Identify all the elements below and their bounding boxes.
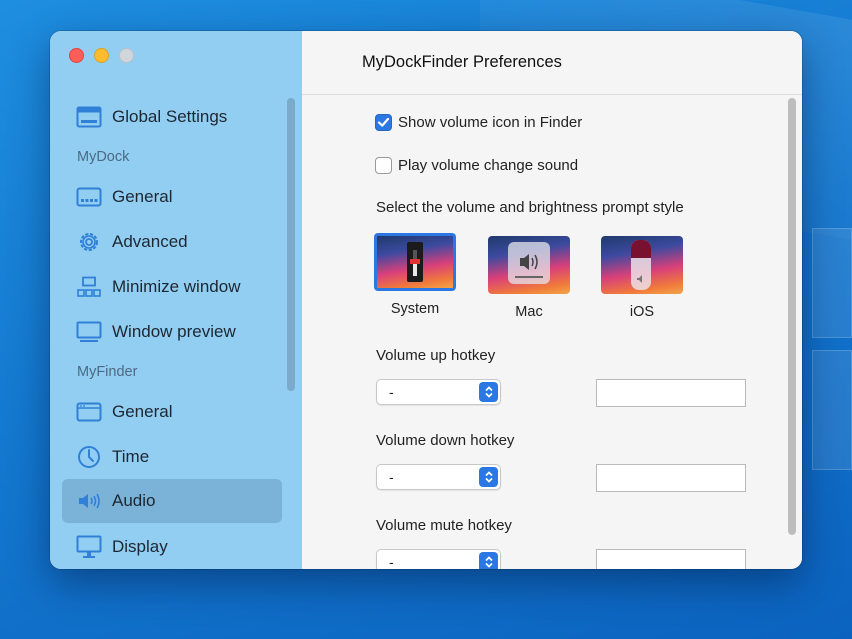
- mac-style-thumbnail: [488, 236, 570, 294]
- sidebar-item-label: Advanced: [112, 232, 188, 251]
- main-scrollbar[interactable]: [788, 98, 796, 535]
- sidebar-item-mydock-general[interactable]: General: [62, 175, 282, 219]
- show-volume-icon-label: Show volume icon in Finder: [398, 114, 583, 131]
- sidebar-item-label: General: [112, 187, 173, 206]
- select-value: -: [389, 469, 394, 485]
- volume-up-hotkey-select[interactable]: -: [376, 379, 501, 405]
- sidebar-item-time[interactable]: Time: [62, 435, 282, 479]
- window-title: MyDockFinder Preferences: [362, 53, 562, 71]
- sidebar-item-label: Window preview: [112, 322, 236, 341]
- speaker-icon: [76, 488, 102, 514]
- close-window-button[interactable]: [69, 48, 84, 63]
- sidebar-item-label: General: [112, 402, 173, 421]
- sidebar-item-label: Display: [112, 537, 168, 556]
- ios-style-thumbnail: [601, 236, 683, 294]
- sidebar-item-window-preview[interactable]: Window preview: [62, 310, 282, 354]
- prompt-style-ios[interactable]: iOS: [601, 236, 683, 320]
- speaker-icon: [637, 275, 642, 283]
- system-volume-slider-preview: [407, 242, 423, 282]
- select-value: -: [389, 554, 394, 569]
- zoom-window-button[interactable]: [119, 48, 134, 63]
- prompt-style-caption: System: [390, 301, 440, 317]
- sidebar-item-myfinder-general[interactable]: General: [62, 390, 282, 434]
- prompt-style-system[interactable]: System: [374, 233, 456, 317]
- minimize-window-icon: [76, 274, 102, 300]
- volume-down-hotkey-field[interactable]: [596, 464, 746, 492]
- prompt-style-caption: iOS: [629, 304, 655, 320]
- sidebar-item-global-settings[interactable]: Global Settings: [62, 95, 282, 139]
- sidebar-item-advanced[interactable]: Advanced: [62, 220, 282, 264]
- volume-up-hotkey-field[interactable]: [596, 379, 746, 407]
- sidebar-item-audio[interactable]: Audio: [62, 479, 282, 523]
- sidebar-section-myfinder: MyFinder: [77, 364, 138, 380]
- monitor-icon: [76, 534, 102, 560]
- volume-down-hotkey-select[interactable]: -: [376, 464, 501, 490]
- sidebar-item-display[interactable]: Display: [62, 525, 282, 569]
- gear-icon: [76, 229, 102, 255]
- desktop-logo-pane: [812, 350, 852, 470]
- chevron-updown-icon: [479, 467, 498, 487]
- chevron-updown-icon: [479, 552, 498, 569]
- play-change-sound-checkbox[interactable]: [375, 157, 392, 174]
- window-preview-icon: [76, 319, 102, 345]
- sidebar-section-mydock: MyDock: [77, 149, 130, 165]
- main-panel: MyDockFinder Preferences Show volume ico…: [302, 31, 802, 569]
- speaker-icon: [515, 254, 543, 278]
- desktop-logo-pane: [812, 228, 852, 338]
- volume-mute-hotkey-field[interactable]: [596, 549, 746, 569]
- window-icon: [76, 104, 102, 130]
- play-change-sound-label: Play volume change sound: [398, 157, 579, 174]
- sidebar-item-label: Audio: [112, 491, 156, 510]
- prompt-style-mac[interactable]: Mac: [488, 236, 570, 320]
- prompt-style-label: Select the volume and brightness prompt …: [376, 199, 684, 216]
- select-value: -: [389, 384, 394, 400]
- system-style-thumbnail: [374, 233, 456, 291]
- sidebar-scrollbar[interactable]: [287, 98, 295, 391]
- sidebar-item-label: Minimize window: [112, 277, 241, 296]
- sidebar-item-label: Time: [112, 447, 150, 466]
- hotkey-label: Volume down hotkey: [376, 432, 515, 449]
- finder-window-icon: [76, 399, 102, 425]
- prompt-style-caption: Mac: [515, 304, 543, 320]
- sidebar-item-minimize-window[interactable]: Minimize window: [62, 265, 282, 309]
- mac-volume-hud-preview: [508, 242, 550, 284]
- show-volume-icon-checkbox[interactable]: [375, 114, 392, 131]
- dock-icon: [76, 184, 102, 210]
- title-divider: [302, 94, 802, 95]
- show-volume-icon-row[interactable]: Show volume icon in Finder: [375, 114, 582, 131]
- checkmark-icon: [377, 117, 390, 127]
- minimize-window-button[interactable]: [94, 48, 109, 63]
- hotkey-label: Volume up hotkey: [376, 347, 496, 364]
- sidebar-item-label: Global Settings: [112, 107, 228, 126]
- hotkey-label: Volume mute hotkey: [376, 517, 512, 534]
- sidebar: Global Settings MyDock General Advanced …: [50, 31, 302, 569]
- play-change-sound-row[interactable]: Play volume change sound: [375, 157, 578, 174]
- chevron-updown-icon: [479, 382, 498, 402]
- volume-mute-hotkey-select[interactable]: -: [376, 549, 501, 569]
- preferences-window: Global Settings MyDock General Advanced …: [50, 31, 802, 569]
- clock-icon: [76, 444, 102, 470]
- ios-volume-slider-preview: [631, 240, 651, 290]
